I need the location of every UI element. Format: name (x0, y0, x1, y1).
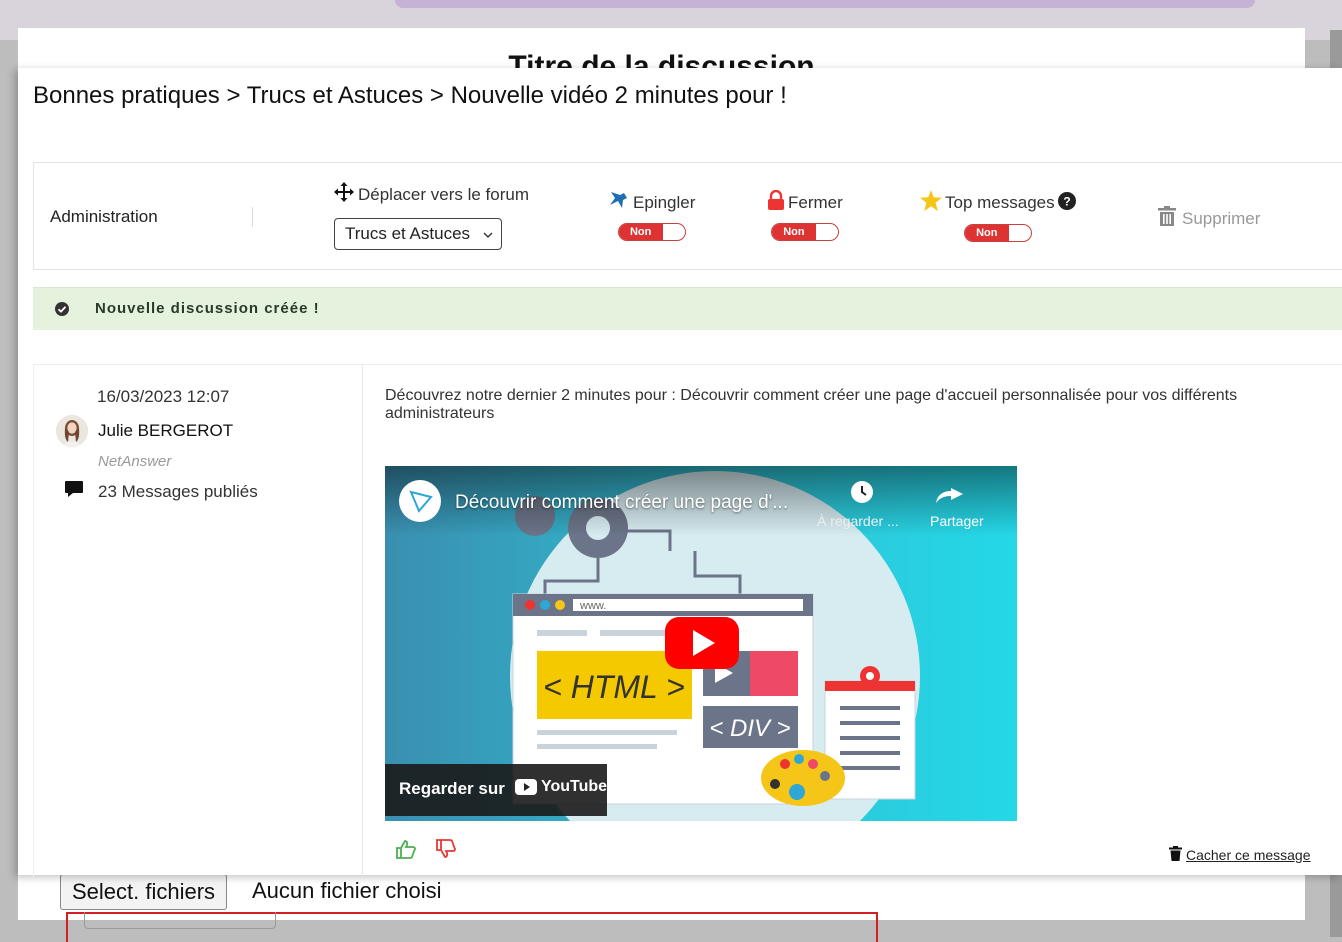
share-button[interactable]: Partager (930, 513, 984, 529)
youtube-logo: YouTube (515, 778, 607, 796)
admin-panel: Administration Déplacer vers le forum Tr… (33, 162, 1342, 270)
breadcrumb: Bonnes pratiques > Trucs et Astuces > No… (33, 82, 787, 109)
star-icon (920, 190, 942, 216)
move-forum-control: Déplacer vers le forum Trucs et Astuces (334, 182, 544, 250)
forum-select-value: Trucs et Astuces (345, 224, 471, 243)
move-forum-label: Déplacer vers le forum (334, 182, 544, 207)
pin-label: Epingler (608, 190, 695, 215)
messages-count: 23 Messages publiés (64, 479, 258, 504)
header-accent (395, 0, 1255, 8)
discussion-modal: Bonnes pratiques > Trucs et Astuces > No… (18, 68, 1342, 878)
top-messages-label: Top messages ? (920, 190, 1076, 216)
trash-icon (1158, 206, 1176, 231)
toggle-knob (822, 225, 837, 239)
watch-later-button[interactable]: À regarder ... (817, 513, 899, 529)
trash-icon (1169, 846, 1182, 864)
check-circle-icon (55, 302, 69, 321)
svg-text:www.: www. (579, 600, 606, 612)
close-control: Fermer Non (767, 189, 843, 241)
thumbs-up-icon[interactable] (395, 839, 417, 864)
lock-icon (767, 189, 785, 215)
move-arrows-icon (334, 182, 354, 207)
watch-on-youtube-button[interactable]: Regarder sur YouTube (385, 764, 607, 816)
select-files-button[interactable]: Select. fichiers (60, 874, 228, 910)
youtube-play-icon (515, 779, 537, 795)
pin-toggle-value: Non (618, 224, 663, 240)
close-label: Fermer (767, 189, 843, 215)
hide-message-label: Cacher ce message (1186, 847, 1311, 863)
top-messages-text: Top messages (945, 193, 1055, 212)
pin-icon (608, 190, 630, 215)
author-company: NetAnswer (98, 453, 172, 470)
toggle-knob (1015, 226, 1030, 240)
admin-label: Administration (50, 207, 158, 226)
svg-text:< HTML >: < HTML > (543, 669, 685, 705)
thumbs-down-icon[interactable] (435, 839, 457, 864)
author-name[interactable]: Julie BERGEROT (98, 421, 233, 441)
post: 16/03/2023 12:07 Julie BERGEROT NetAnswe… (33, 364, 1342, 878)
top-messages-toggle[interactable]: Non (963, 224, 1032, 242)
close-toggle[interactable]: Non (770, 223, 839, 241)
comment-icon (64, 479, 84, 504)
success-message: Nouvelle discussion créée ! (95, 300, 320, 317)
hide-message-link[interactable]: Cacher ce message (1169, 846, 1311, 864)
svg-text:< DIV >: < DIV > (709, 715, 790, 742)
delete-button[interactable]: Supprimer (1158, 206, 1260, 231)
help-icon[interactable]: ? (1057, 191, 1076, 215)
pin-control: Epingler Non (608, 190, 695, 241)
youtube-video[interactable]: www. < HTML > < DIV > Découvrir comment … (385, 466, 1017, 821)
move-forum-text: Déplacer vers le forum (358, 184, 530, 204)
top-messages-control: Top messages ? Non (920, 190, 1076, 242)
vote-buttons (395, 839, 457, 864)
post-date: 16/03/2023 12:07 (97, 387, 230, 406)
admin-divider (252, 207, 253, 227)
pin-text: Epingler (633, 192, 696, 212)
close-text: Fermer (788, 192, 843, 212)
messages-count-text: 23 Messages publiés (98, 481, 258, 501)
top-messages-toggle-value: Non (964, 225, 1009, 241)
delete-label: Supprimer (1182, 208, 1261, 228)
svg-text:?: ? (1063, 194, 1070, 208)
toggle-knob (669, 225, 684, 239)
editor-inner-button[interactable] (84, 912, 276, 929)
forum-select[interactable]: Trucs et Astuces (334, 218, 502, 250)
post-content: Découvrez notre dernier 2 minutes pour :… (385, 387, 1238, 422)
file-status-text: Aucun fichier choisi (252, 878, 442, 903)
avatar[interactable] (56, 415, 88, 447)
pin-toggle[interactable]: Non (617, 223, 686, 241)
video-title[interactable]: Découvrir comment créer une page d'... (455, 492, 788, 514)
chevron-down-icon (483, 224, 493, 244)
close-toggle-value: Non (771, 224, 816, 240)
success-alert: Nouvelle discussion créée ! (33, 287, 1342, 330)
post-author-column: 16/03/2023 12:07 Julie BERGEROT NetAnswe… (33, 365, 363, 878)
youtube-logo-text: YouTube (541, 778, 608, 795)
watch-on-label: Regarder sur (399, 779, 505, 798)
